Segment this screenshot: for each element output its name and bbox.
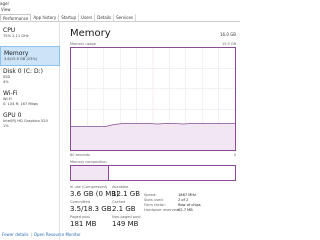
- prop-value: 62.7 MB: [178, 208, 193, 212]
- usage-graph-svg: [71, 48, 235, 150]
- menu-view[interactable]: View: [0, 7, 240, 13]
- stat-value: 181 MB: [70, 219, 97, 228]
- open-resource-monitor-link[interactable]: Open Resource Monitor: [34, 232, 81, 237]
- stat-label: Non-paged pool: [112, 215, 141, 219]
- sidebar-item-sub: 3.6/15.9 GB (23%): [4, 57, 38, 61]
- usage-label: Memory usage: [70, 42, 96, 46]
- tab-services[interactable]: Services: [114, 14, 137, 21]
- sidebar-item-title: Disk 0 (C: D:): [3, 68, 43, 75]
- sidebar-item-sub2: S: 104 R: 167 Mbps: [3, 101, 38, 106]
- memory-composition-bar: [70, 165, 236, 181]
- stat-value: 3.5/18.3 GB: [70, 204, 112, 213]
- stat-value: 12.1 GB: [112, 189, 141, 198]
- memory-panel: Memory 16.0 GB Memory usage 15.9 GB 60 s…: [62, 23, 240, 240]
- stat-committed: Committed 3.5/18.3 GB: [70, 200, 112, 213]
- stat-paged-pool: Paged pool 181 MB: [70, 215, 96, 228]
- stat-nonpaged-pool: Non-paged pool 149 MB: [112, 215, 141, 228]
- tab-details[interactable]: Details: [95, 14, 115, 21]
- memory-usage-graph: [70, 47, 236, 151]
- sidebar-item-sub2: 4%: [3, 79, 9, 84]
- sidebar-item-title: Memory: [4, 50, 29, 57]
- memory-total: 16.0 GB: [219, 32, 236, 37]
- sidebar-item-sub2: 1%: [3, 123, 9, 128]
- sidebar-item-wifi[interactable]: Wi-Fi Wi-Fi S: 104 R: 167 Mbps: [0, 90, 60, 106]
- page-title: Memory: [70, 28, 111, 39]
- composition-in-use: [71, 166, 109, 180]
- graph-axis-right: 0: [233, 153, 236, 157]
- tab-performance[interactable]: Performance: [0, 14, 32, 21]
- bottom-bar: Fewer details | Open Resource Monitor: [0, 230, 240, 240]
- sidebar-item-gpu[interactable]: GPU 0 Intel(R) HD Graphics 520 1%: [0, 112, 60, 128]
- sidebar-item-title: GPU 0: [3, 112, 22, 119]
- fewer-details-link[interactable]: Fewer details: [2, 232, 29, 237]
- prop-hardware-reserved: Hardware reserved: 62.7 MB: [144, 208, 238, 213]
- composition-label: Memory composition: [70, 160, 107, 164]
- sidebar-item-memory[interactable]: Memory 3.6/15.9 GB (23%): [0, 46, 60, 66]
- tab-startup[interactable]: Startup: [59, 14, 80, 21]
- memory-properties: Speed: 1867 MHz Slots used: 2 of 2 Form …: [144, 193, 238, 213]
- sidebar-item-title: Wi-Fi: [3, 90, 18, 97]
- stat-available: Available 12.1 GB: [112, 185, 140, 198]
- stat-value: 149 MB: [112, 219, 139, 228]
- sidebar-item-title: CPU: [3, 27, 16, 34]
- tab-users[interactable]: Users: [79, 14, 96, 21]
- tab-strip: Performance App history Startup Users De…: [0, 14, 240, 22]
- usage-max: 15.9 GB: [221, 42, 236, 46]
- separator: |: [30, 232, 32, 237]
- stat-value: 2.1 GB: [112, 204, 136, 213]
- tab-app-history[interactable]: App history: [31, 14, 60, 21]
- sidebar-item-sub: 75% 2.11 GHz: [3, 34, 29, 38]
- sidebar-item-disk[interactable]: Disk 0 (C: D:) SSD 4%: [0, 68, 60, 84]
- performance-sidebar: CPU 75% 2.11 GHz Memory 3.6/15.9 GB (23%…: [0, 23, 60, 240]
- graph-axis-left: 60 seconds: [70, 153, 90, 157]
- usage-area: [71, 123, 235, 150]
- window-title: ager: [0, 1, 10, 6]
- stat-cached: Cached 2.1 GB: [112, 200, 136, 213]
- sidebar-item-cpu[interactable]: CPU 75% 2.11 GHz: [0, 27, 60, 39]
- prop-key: Hardware reserved:: [144, 208, 180, 212]
